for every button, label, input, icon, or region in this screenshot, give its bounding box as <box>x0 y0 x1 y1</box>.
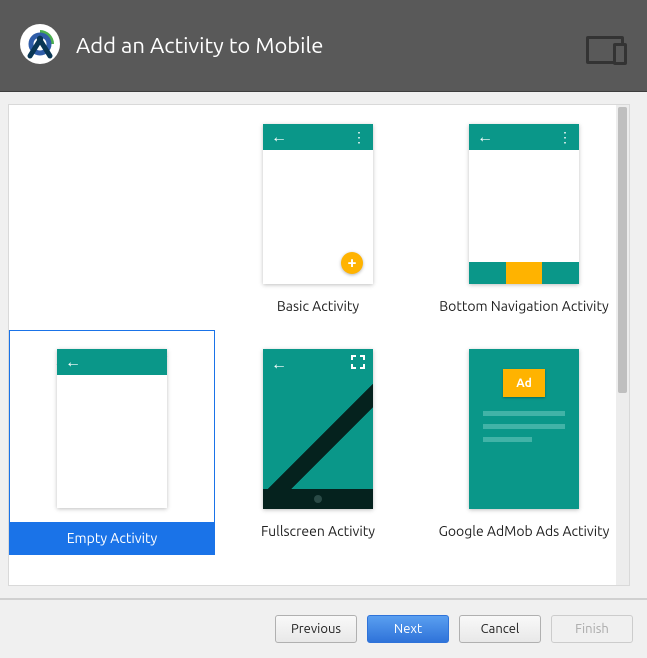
overflow-menu-icon: ⋮ <box>352 129 365 146</box>
template-caption: Google AdMob Ads Activity <box>439 523 610 539</box>
template-caption: Bottom Navigation Activity <box>439 298 608 314</box>
cancel-button[interactable]: Cancel <box>459 615 541 643</box>
template-option-basic[interactable]: ← ⋮ + Basic Activity <box>215 105 421 330</box>
template-thumbnail: ← ⋮ + <box>263 124 373 284</box>
wizard-header: Add an Activity to Mobile <box>0 0 647 92</box>
gallery-scrollbar[interactable] <box>616 105 629 585</box>
wizard-body: Add No Activity ←⋮ + Basic Activity ←⋮ B… <box>0 92 647 598</box>
template-option-bottomnav[interactable]: ←⋮ Bottom Navigation Activity <box>421 105 627 330</box>
android-studio-logo-icon <box>18 22 62 70</box>
template-thumbnail: Ad <box>469 349 579 509</box>
form-factor-icon <box>581 28 629 64</box>
fab-icon: + <box>341 252 363 274</box>
next-button[interactable]: Next <box>367 615 449 643</box>
template-caption: Basic Activity <box>277 298 359 314</box>
back-arrow-icon: ← <box>271 129 287 145</box>
back-arrow-icon: ← <box>65 354 81 370</box>
previous-button[interactable]: Previous <box>275 615 357 643</box>
template-thumbnail: ← <box>263 349 373 509</box>
template-option-admob[interactable]: Ad Google AdMob Ads Activity <box>421 330 627 555</box>
template-caption: Empty Activity <box>10 522 214 554</box>
wizard-title: Add an Activity to Mobile <box>76 33 323 58</box>
template-caption: Fullscreen Activity <box>261 523 375 539</box>
template-option-empty[interactable]: ← Empty Activity <box>9 330 215 555</box>
finish-button: Finish <box>551 615 633 643</box>
ad-badge-icon: Ad <box>503 369 545 397</box>
overflow-menu-icon: ⋮ <box>558 129 571 146</box>
template-thumbnail: ←⋮ <box>469 124 579 284</box>
bottom-nav-icon <box>469 262 579 284</box>
template-thumbnail: ← <box>57 349 167 508</box>
wizard-footer: Previous Next Cancel Finish <box>0 598 647 658</box>
back-arrow-icon: ← <box>477 129 493 145</box>
template-option-none[interactable]: Add No Activity <box>9 105 215 330</box>
activity-template-gallery: Add No Activity ←⋮ + Basic Activity ←⋮ B… <box>8 104 630 586</box>
template-option-fullscreen[interactable]: ← Fullscreen Activity <box>215 330 421 555</box>
